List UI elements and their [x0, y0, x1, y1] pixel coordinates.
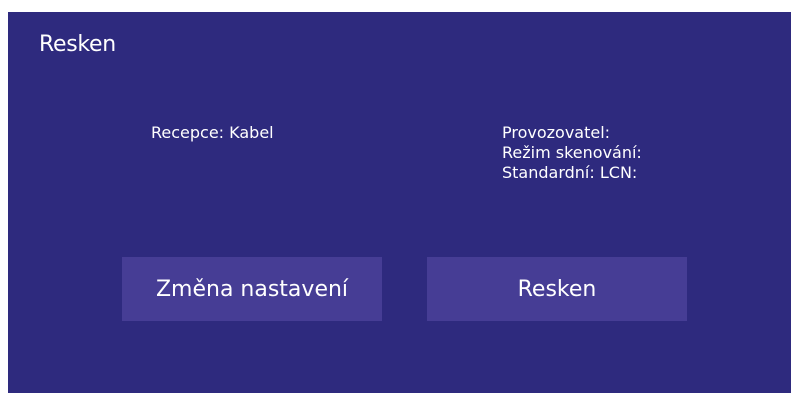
scan-info: Provozovatel: Režim skenování: Standardn…	[502, 123, 642, 183]
rescan-dialog: Resken Recepce: Kabel Provozovatel: Reži…	[8, 12, 791, 393]
standard-lcn-label: Standardní: LCN:	[502, 163, 638, 182]
reception-label: Recepce: Kabel	[151, 123, 274, 142]
scan-mode-label: Režim skenování:	[502, 143, 642, 162]
dialog-title: Resken	[39, 32, 116, 57]
operator-label: Provozovatel:	[502, 123, 611, 142]
change-settings-button[interactable]: Změna nastavení	[122, 257, 382, 321]
rescan-button[interactable]: Resken	[427, 257, 687, 321]
